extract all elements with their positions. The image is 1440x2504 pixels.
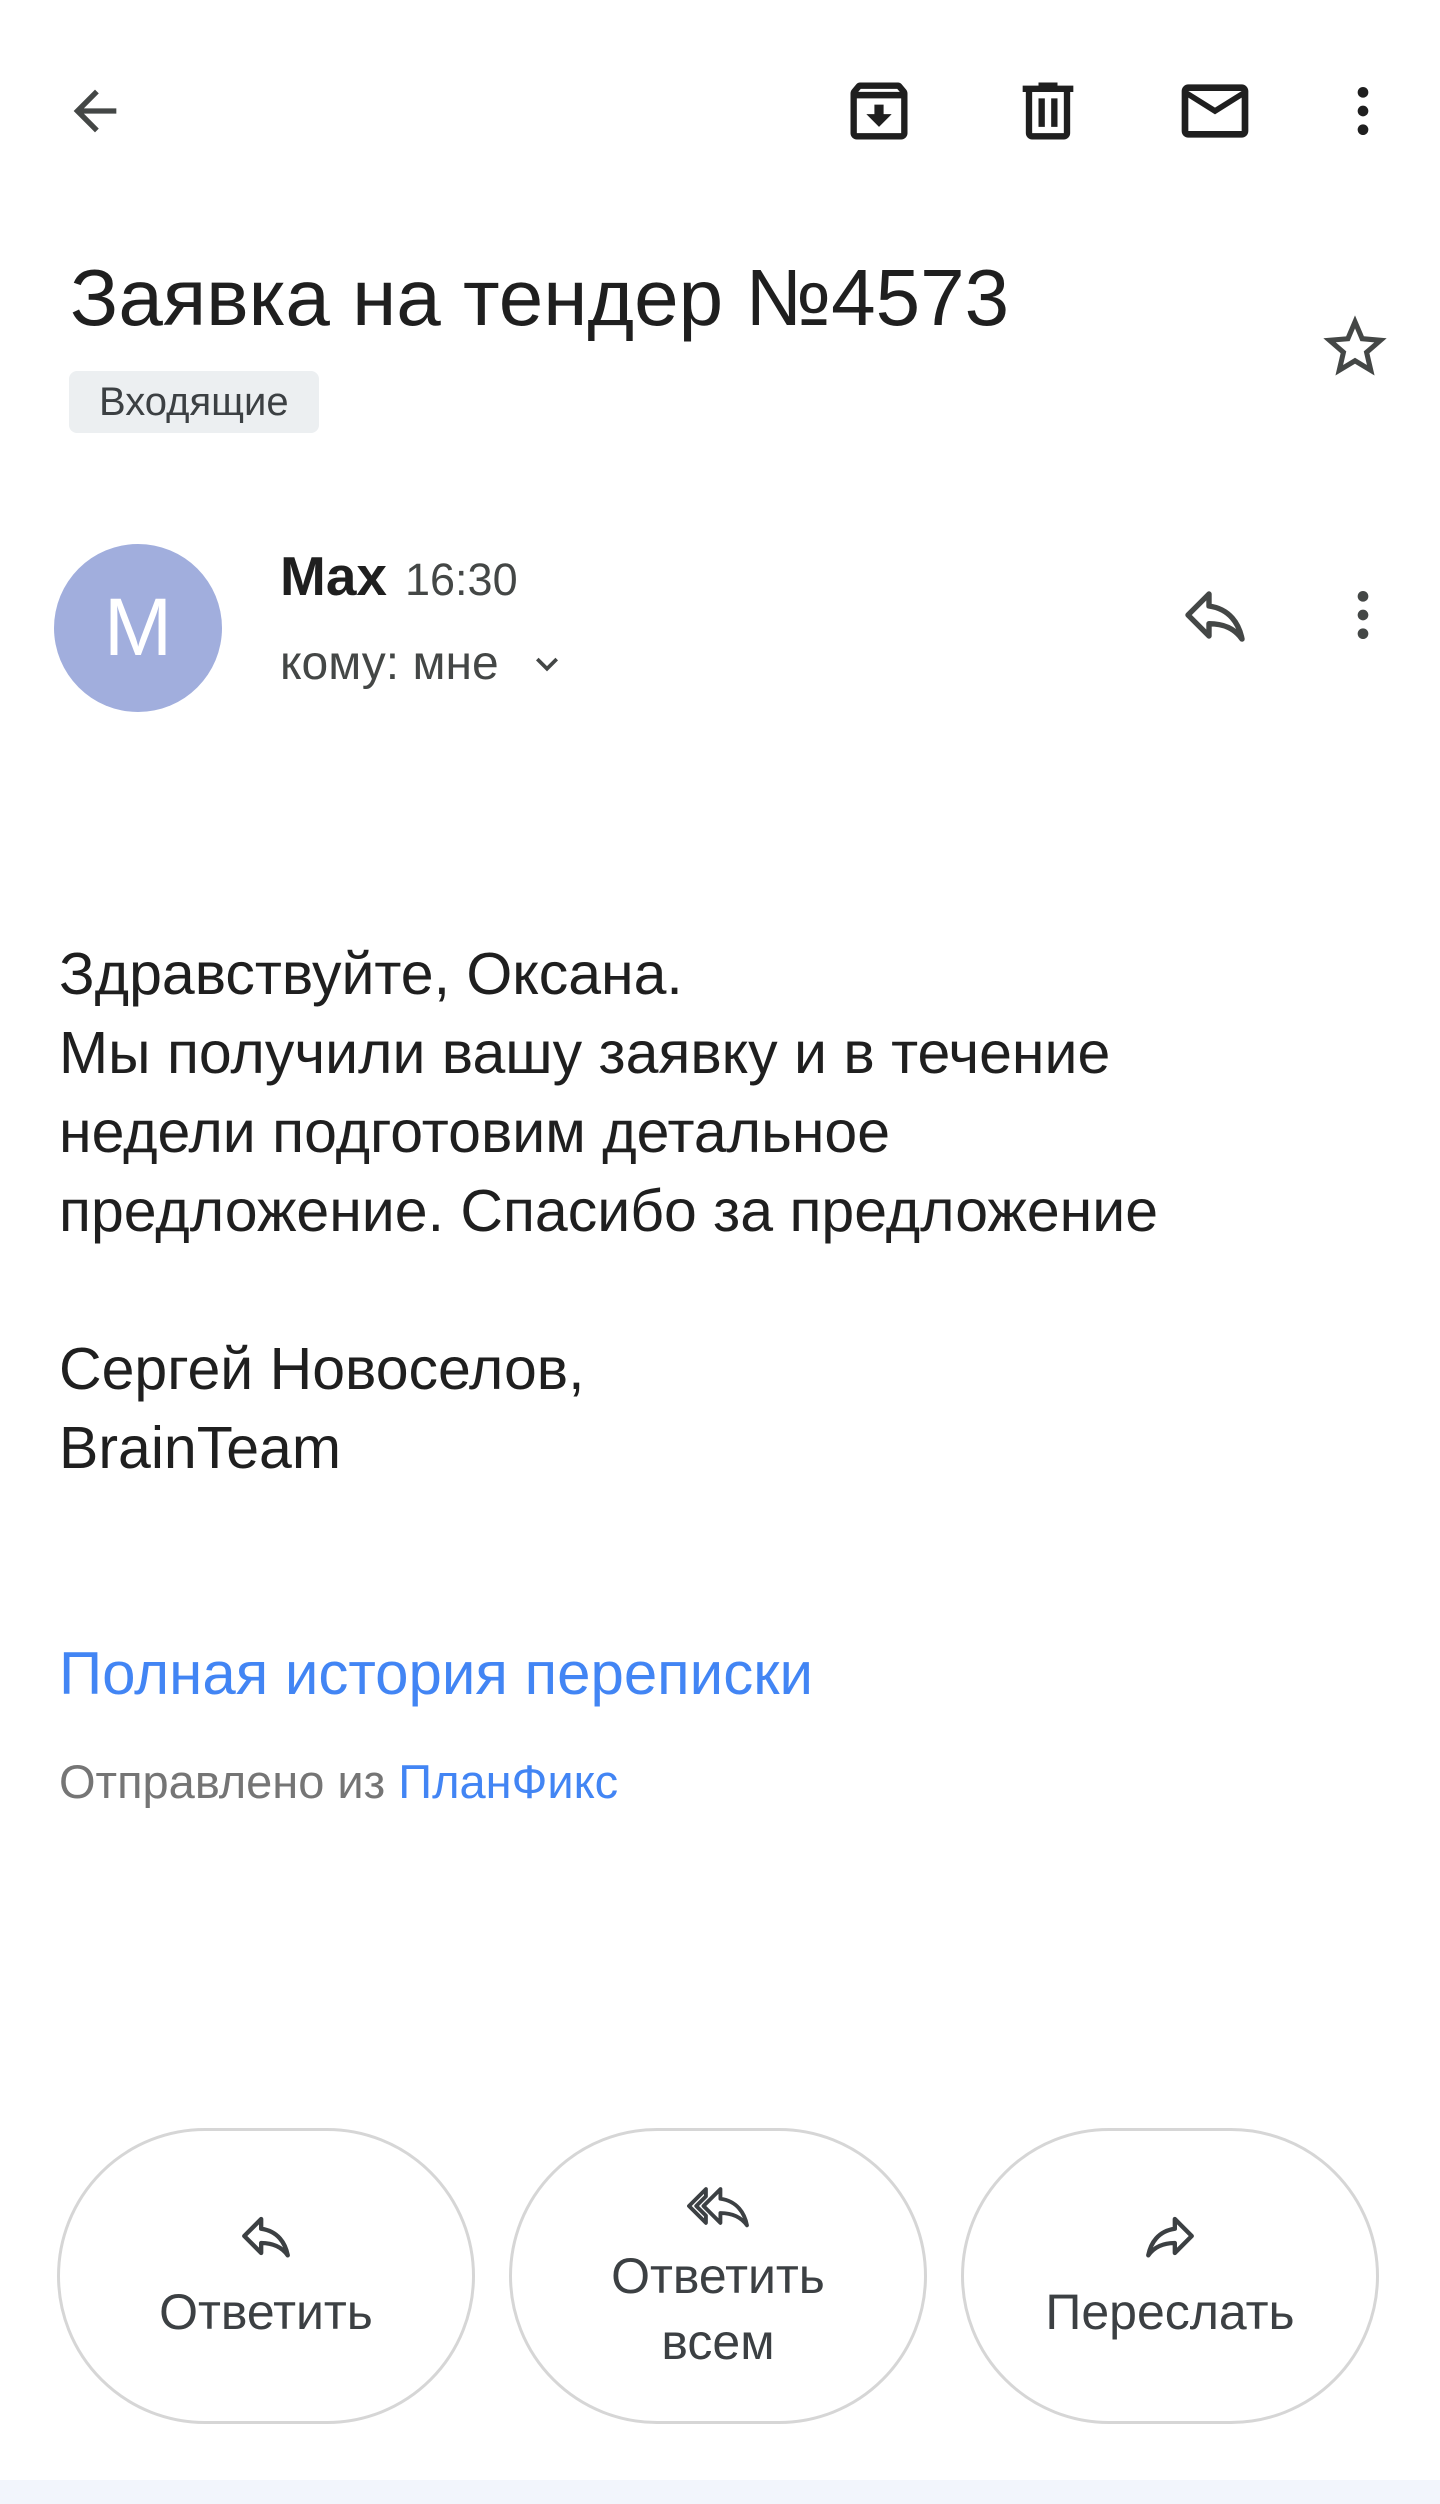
forward-button-label: Переслать (1045, 2284, 1295, 2340)
body-line: Мы получили вашу заявку и в течение (59, 1020, 1111, 1086)
email-subject: Заявка на тендер №4573 (70, 253, 1010, 342)
reply-all-button[interactable]: Ответить всем (509, 2128, 927, 2424)
bottom-nav-strip (0, 2480, 1440, 2504)
inbox-label-chip[interactable]: Входящие (69, 371, 319, 433)
forward-button[interactable]: Переслать (961, 2128, 1379, 2424)
delete-button[interactable] (1003, 66, 1093, 156)
signature-company: BrainTeam (59, 1415, 342, 1481)
reply-button[interactable]: Ответить (57, 2128, 475, 2424)
more-options-button[interactable] (1318, 66, 1408, 156)
trash-icon (1022, 82, 1074, 140)
back-button[interactable] (50, 66, 140, 156)
body-line: предложение. Спасибо за предложение (59, 1178, 1159, 1244)
star-button[interactable] (1310, 302, 1400, 392)
reply-icon (1185, 591, 1245, 642)
reply-button-label: Ответить (159, 2284, 373, 2340)
body-line: недели подготовим детальное (59, 1099, 891, 1165)
mark-unread-button[interactable] (1170, 66, 1260, 156)
body-greeting: Здравствуйте, Оксана. (59, 941, 683, 1007)
full-history-link[interactable]: Полная история переписки (59, 1636, 813, 1712)
email-time: 16:30 (405, 554, 518, 605)
message-more-button[interactable] (1318, 570, 1408, 660)
recipient-details-toggle[interactable]: кому: мне (280, 636, 569, 691)
sent-from-prefix: Отправлено из (59, 1755, 386, 1808)
star-outline-icon (1323, 315, 1387, 376)
sent-from-line: Отправлено из ПланФикс (59, 1752, 618, 1812)
archive-button[interactable] (834, 66, 924, 156)
reply-all-icon (687, 2187, 749, 2228)
forward-icon (1146, 2216, 1194, 2258)
reply-all-button-label: Ответить всем (611, 2243, 825, 2375)
recipient-label: кому: мне (280, 637, 499, 690)
sent-from-app-link[interactable]: ПланФикс (398, 1755, 618, 1808)
sender-name[interactable]: Max (280, 545, 387, 607)
chevron-down-icon (525, 642, 569, 686)
sender-line: Max 16:30 (280, 544, 518, 608)
email-body: Здравствуйте, Оксана. Мы получили вашу з… (59, 935, 1379, 1488)
avatar[interactable]: M (54, 544, 222, 712)
archive-icon (850, 82, 908, 140)
mail-icon (1181, 84, 1249, 138)
reply-header-button[interactable] (1170, 570, 1260, 660)
more-vert-icon (1357, 87, 1369, 135)
arrow-back-icon (73, 89, 117, 133)
reply-all-label-line: Ответить (611, 2248, 825, 2304)
reply-icon (242, 2216, 290, 2258)
signature-name: Сергей Новоселов, (59, 1336, 585, 1402)
reply-all-label-line: всем (661, 2314, 775, 2370)
more-vert-icon (1357, 591, 1369, 639)
